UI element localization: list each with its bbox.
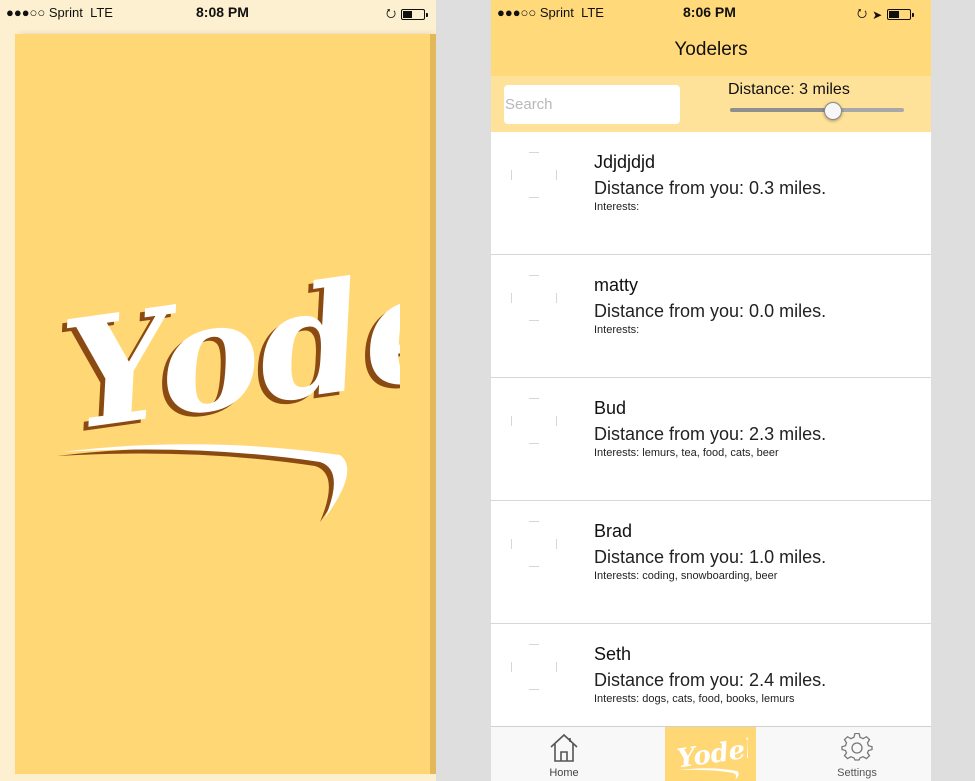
- distance-label: Distance: 3 miles: [728, 81, 850, 98]
- page-title: Yodelers: [674, 39, 748, 60]
- user-name: matty: [594, 275, 639, 295]
- avatar-placeholder-icon: [511, 644, 557, 690]
- distance-slider[interactable]: [730, 108, 904, 112]
- avatar-placeholder-icon: [511, 521, 557, 567]
- carrier-label: ●●●○○ Sprint LTE: [6, 5, 113, 20]
- home-icon: [550, 733, 578, 762]
- status-icons: ⭮: [386, 4, 429, 25]
- user-name: Jdjdjdjd: [594, 152, 656, 172]
- splash-screen: ●●●○○ Sprint LTE 8:08 PM ⭮ Yodel Yodel: [0, 0, 436, 781]
- distance-slider-thumb[interactable]: [823, 102, 842, 120]
- user-row[interactable]: Bud Distance from you: 2.3 miles. Interest…: [491, 378, 931, 501]
- filter-bar: Distance: 3 miles: [491, 76, 931, 132]
- user-interests: Interests: coding, snowboarding, beer: [594, 570, 778, 582]
- splash-edge: [430, 34, 436, 774]
- user-row[interactable]: Jdjdjdjd Distance from you: 0.3 miles. Int…: [491, 132, 931, 255]
- tab-settings-label: Settings: [837, 767, 877, 779]
- user-name: Bud: [594, 398, 627, 418]
- status-bar: ●●●○○ Sprint LTE 8:06 PM ⭮ ➤: [491, 0, 931, 24]
- distance-slider-fill: [730, 108, 833, 112]
- rotation-lock-icon: ⭮: [386, 6, 397, 20]
- tab-home-label: Home: [549, 767, 579, 779]
- status-time: 8:08 PM: [196, 4, 249, 20]
- avatar-placeholder-icon: [511, 152, 557, 198]
- user-distance: Distance from you: 1.0 miles.: [594, 547, 827, 567]
- user-interests: Interests: lemurs, tea, food, cats, beer: [594, 447, 779, 459]
- gear-icon: [841, 733, 873, 761]
- user-row[interactable]: Seth Distance from you: 2.4 miles. Interes…: [491, 624, 931, 726]
- yodel-logo-main: Yodel: [54, 230, 400, 518]
- status-time: 8:06 PM: [683, 4, 736, 20]
- rotation-lock-icon: ⭮: [857, 6, 868, 20]
- tab-yodel[interactable]: Yodel: [665, 727, 756, 781]
- user-distance: Distance from you: 0.0 miles.: [594, 301, 827, 321]
- location-arrow-icon: ➤: [872, 7, 883, 22]
- carrier-label: ●●●○○ Sprint LTE: [497, 5, 604, 20]
- splash-bottom-strip: [0, 774, 436, 781]
- tab-bar: Home Yodel Settings: [491, 726, 931, 781]
- user-name: Seth: [594, 644, 632, 664]
- yodel-tab-logo: Yodel: [675, 734, 748, 780]
- user-distance: Distance from you: 2.3 miles.: [594, 424, 827, 444]
- tab-home[interactable]: Home: [509, 727, 619, 781]
- user-distance: Distance from you: 0.3 miles.: [594, 178, 827, 198]
- yodel-logo: Yodel Yodel: [49, 230, 400, 522]
- status-icons: ⭮ ➤: [857, 4, 915, 25]
- search-input[interactable]: [504, 85, 680, 124]
- yodelers-screen: ●●●○○ Sprint LTE 8:06 PM ⭮ ➤ Yodelers Di…: [491, 0, 931, 781]
- user-interests: Interests:: [594, 324, 640, 336]
- avatar-placeholder-icon: [511, 398, 557, 444]
- user-distance: Distance from you: 2.4 miles.: [594, 670, 827, 690]
- user-interests: Interests:: [594, 201, 640, 213]
- status-bar: ●●●○○ Sprint LTE 8:08 PM ⭮: [0, 0, 436, 24]
- user-list: Jdjdjdjd Distance from you: 0.3 miles. Int…: [491, 132, 931, 726]
- user-row[interactable]: matty Distance from you: 0.0 miles. Intere…: [491, 255, 931, 378]
- avatar-placeholder-icon: [511, 275, 557, 321]
- tab-settings[interactable]: Settings: [802, 727, 912, 781]
- user-name: Brad: [594, 521, 633, 541]
- battery-icon: [887, 9, 915, 20]
- battery-icon: [401, 9, 429, 20]
- navigation-bar: ●●●○○ Sprint LTE 8:06 PM ⭮ ➤ Yodelers: [491, 0, 931, 76]
- user-row[interactable]: Brad Distance from you: 1.0 miles. Interes…: [491, 501, 931, 624]
- user-interests: Interests: dogs, cats, food, books, lemu…: [594, 693, 795, 705]
